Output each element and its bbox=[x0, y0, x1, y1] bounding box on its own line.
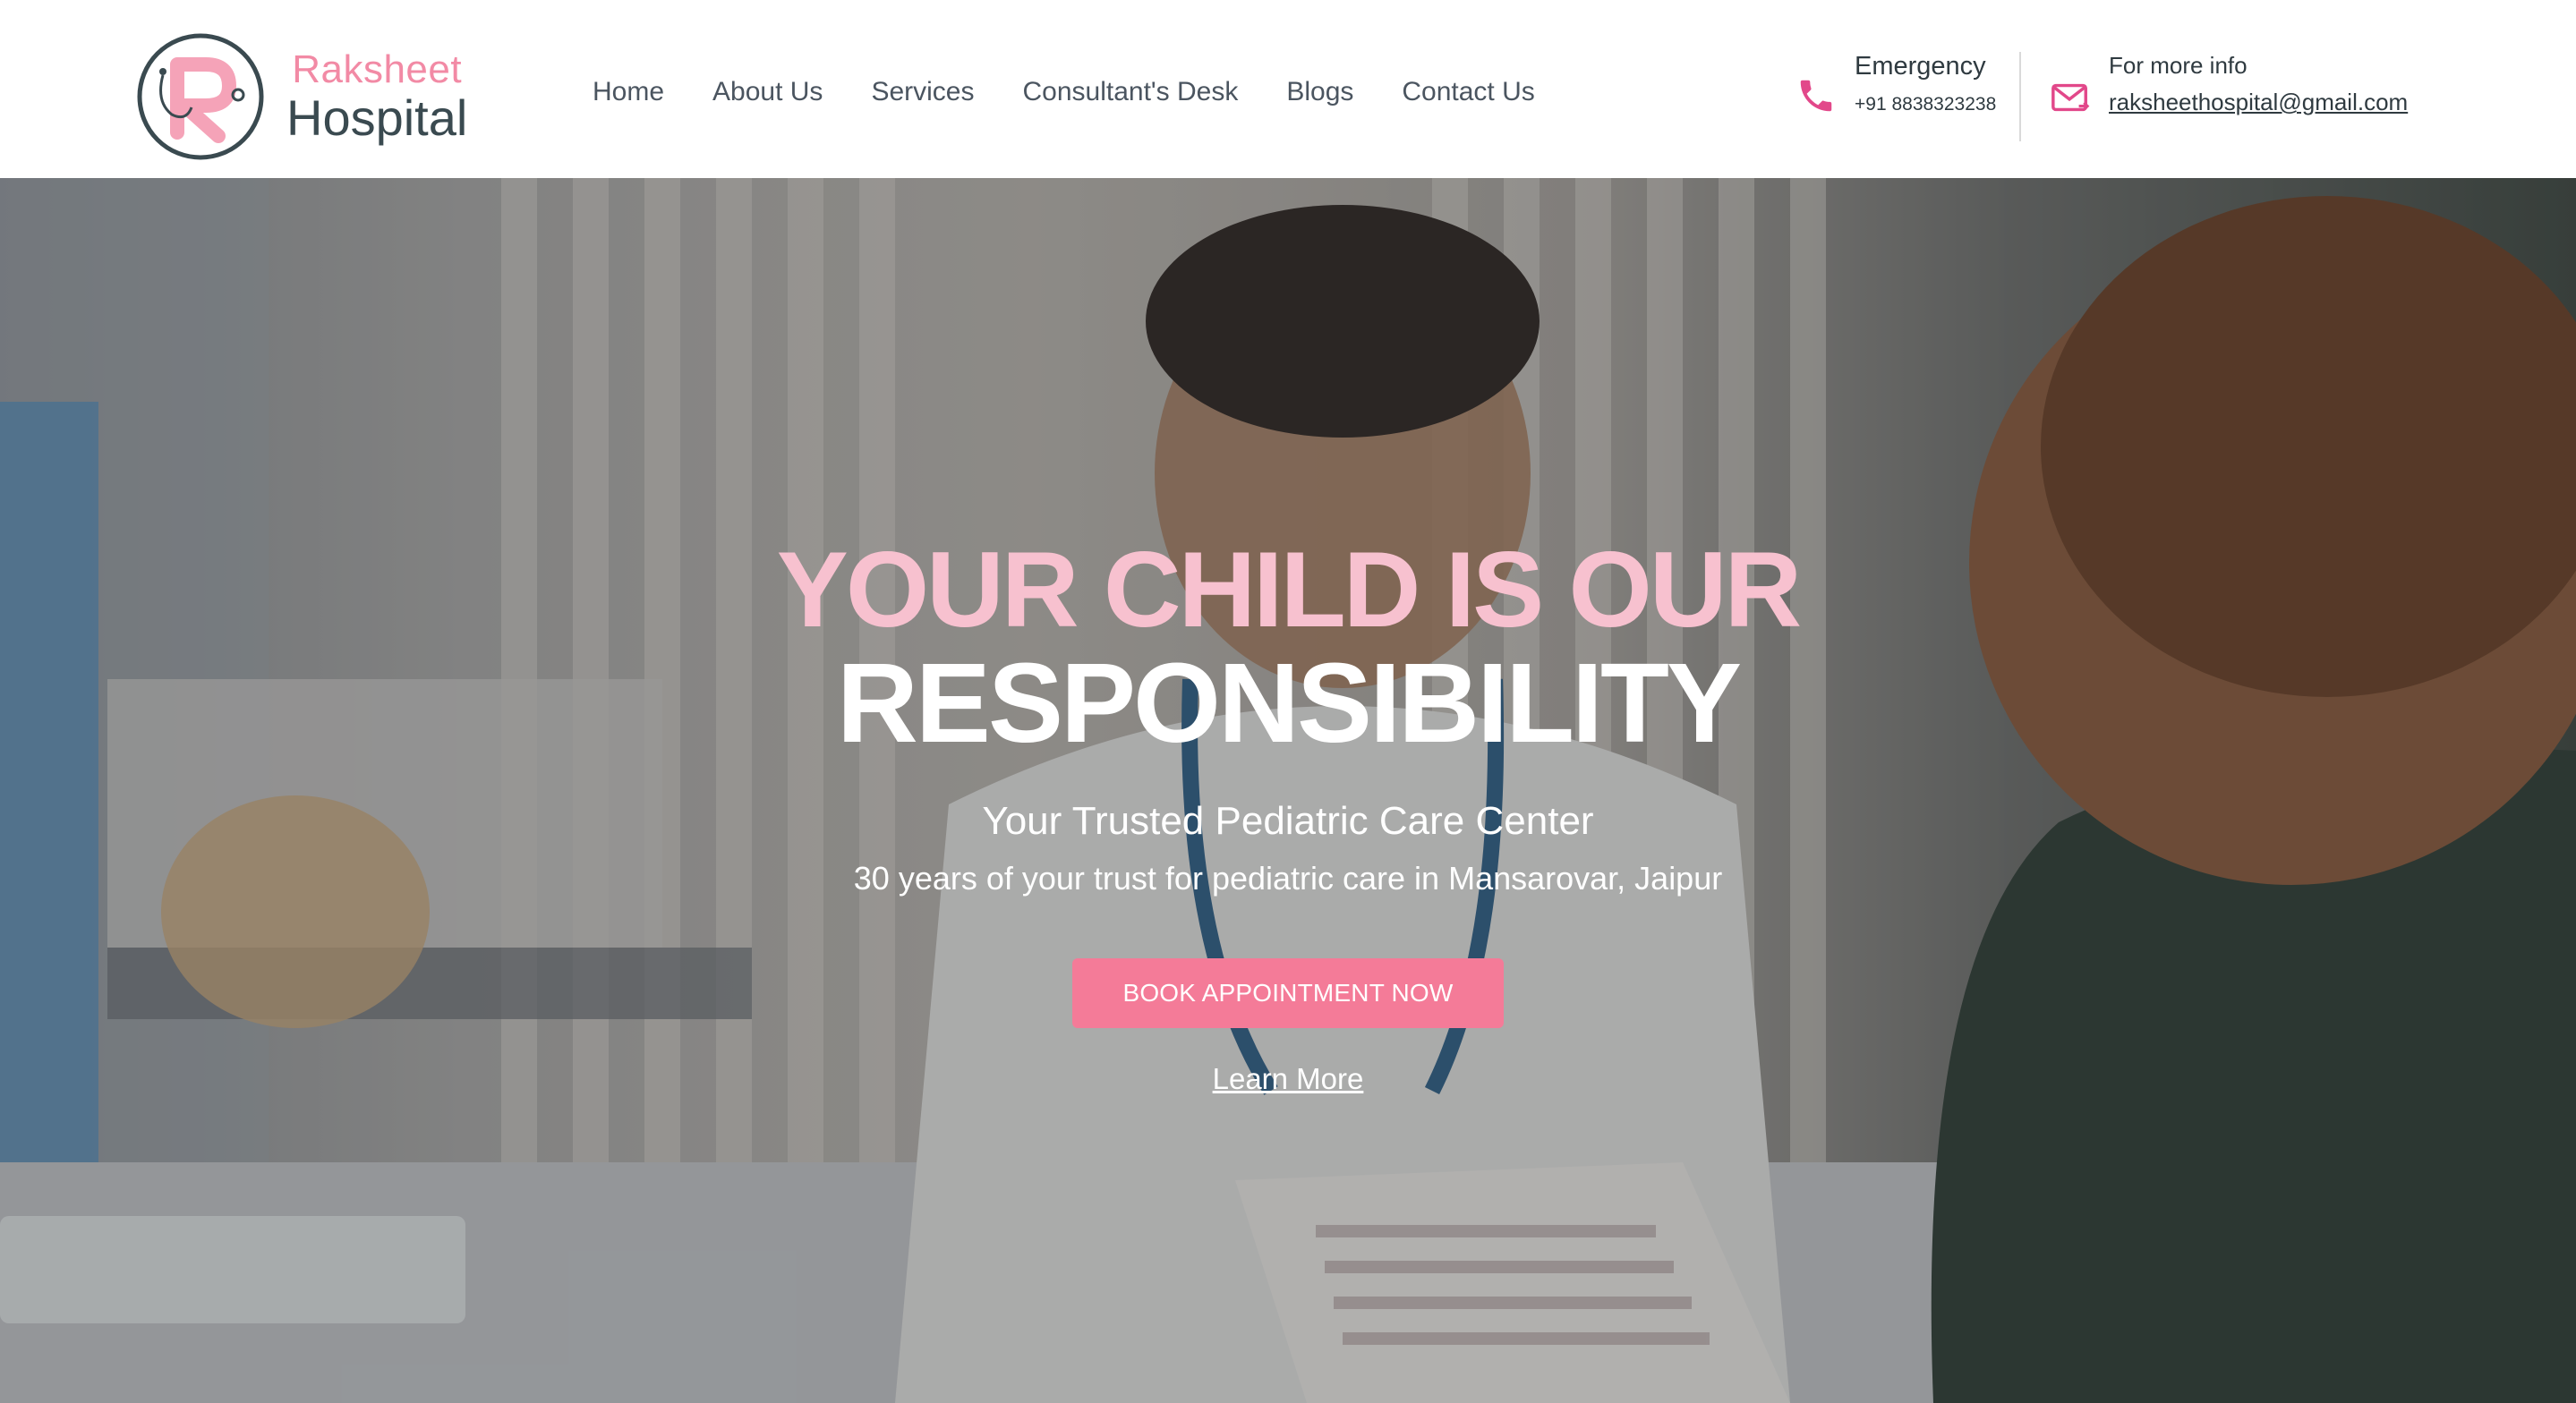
emergency-phone-link[interactable]: +91 8838323238 bbox=[1855, 94, 1996, 115]
brand-name: Raksheet Hospital bbox=[286, 50, 467, 143]
info-contact: For more info raksheethospital@gmail.com bbox=[2050, 52, 2408, 118]
learn-more-link[interactable]: Learn More bbox=[0, 1062, 2576, 1096]
nav-item-services[interactable]: Services bbox=[871, 77, 974, 107]
brand-logo[interactable]: Raksheet Hospital bbox=[136, 32, 467, 161]
nav-item-about-us[interactable]: About Us bbox=[712, 77, 823, 107]
main-nav: Home About Us Services Consultant's Desk… bbox=[593, 77, 1535, 107]
info-email-link[interactable]: raksheethospital@gmail.com bbox=[2109, 89, 2408, 116]
hero-content: YOUR CHILD IS OUR RESPONSIBILITY Your Tr… bbox=[0, 536, 2576, 1096]
hero-headline-line1: YOUR CHILD IS OUR bbox=[776, 530, 1802, 650]
emergency-contact: Emergency +91 8838323238 bbox=[1796, 52, 1996, 116]
hero-headline-line2: RESPONSIBILITY bbox=[836, 640, 1742, 766]
book-appointment-button[interactable]: BOOK APPOINTMENT NOW bbox=[1072, 958, 1504, 1028]
nav-item-blogs[interactable]: Blogs bbox=[1286, 77, 1353, 107]
logo-mark-icon bbox=[137, 33, 264, 160]
emergency-title: Emergency bbox=[1855, 52, 1986, 81]
nav-item-consultants-desk[interactable]: Consultant's Desk bbox=[1022, 77, 1238, 107]
header-divider bbox=[2019, 52, 2021, 141]
brand-name-line2: Hospital bbox=[286, 89, 468, 146]
hero-section: YOUR CHILD IS OUR RESPONSIBILITY Your Tr… bbox=[0, 178, 2576, 1403]
brand-name-line1: Raksheet bbox=[292, 47, 463, 91]
mail-icon bbox=[2051, 83, 2090, 112]
emergency-text: Emergency +91 8838323238 bbox=[1855, 52, 1996, 115]
hero-subtitle: Your Trusted Pediatric Care Center bbox=[982, 799, 1594, 843]
nav-item-home[interactable]: Home bbox=[593, 77, 664, 107]
site-header: Raksheet Hospital Home About Us Services… bbox=[0, 0, 2576, 178]
phone-icon bbox=[1800, 80, 1832, 112]
hero-tagline: 30 years of your trust for pediatric car… bbox=[853, 860, 1723, 897]
info-text: For more info raksheethospital@gmail.com bbox=[2109, 52, 2408, 116]
info-title: For more info bbox=[2109, 52, 2248, 79]
nav-item-contact-us[interactable]: Contact Us bbox=[1402, 77, 1534, 107]
